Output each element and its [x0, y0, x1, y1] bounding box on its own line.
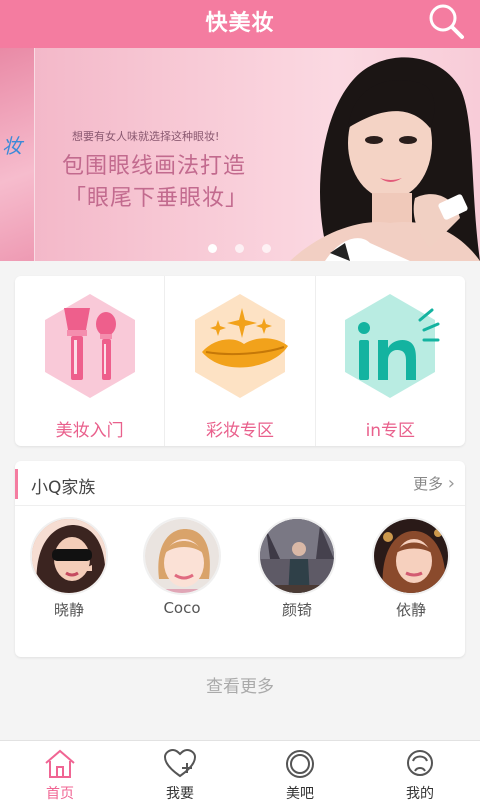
category-label: in专区	[365, 421, 416, 441]
pagination-dot[interactable]	[235, 244, 244, 253]
lips-sparkle-icon	[194, 294, 288, 398]
banner-model-image	[290, 57, 480, 261]
banner-side-text: 妆	[2, 134, 22, 158]
banner-headline-2: 「眼尾下垂眼妆」	[64, 186, 249, 211]
member-name: 晓静	[53, 601, 84, 619]
member-name: Coco	[163, 599, 201, 617]
heart-plus-icon	[163, 748, 197, 778]
pagination-dot[interactable]	[262, 244, 271, 253]
member-name: 依静	[395, 601, 426, 619]
tab-label: 我的	[406, 786, 434, 800]
member-item[interactable]: 依静	[371, 517, 451, 620]
search-icon[interactable]	[426, 2, 466, 42]
divider	[15, 505, 465, 506]
member-name: 颜锜	[281, 601, 312, 619]
app-header: 快美妆	[0, 0, 480, 48]
more-link[interactable]: 更多 ›	[413, 473, 455, 494]
member-item[interactable]: Coco	[142, 517, 222, 617]
category-beginner[interactable]: 美妆入门	[15, 276, 164, 446]
avatar	[372, 517, 450, 595]
member-item[interactable]: 颜锜	[257, 517, 337, 620]
avatar	[258, 517, 336, 595]
banner-prev-slide: 妆	[0, 48, 34, 261]
tab-label: 我要	[166, 786, 194, 800]
in-icon	[345, 294, 440, 398]
ring-icon	[286, 750, 314, 778]
section-accent-bar	[15, 469, 18, 499]
pagination-dot[interactable]	[208, 244, 217, 253]
avatar	[143, 517, 221, 595]
q-family-card: 小Q家族 更多 › 晓静 Coco 颜锜 依静	[15, 461, 465, 657]
banner-headline-1: 包围眼线画法打造	[62, 154, 247, 179]
banner-pagination	[208, 244, 271, 253]
home-icon	[45, 749, 75, 778]
section-title: 小Q家族	[31, 478, 96, 498]
member-item[interactable]: 晓静	[29, 517, 109, 620]
bottom-tab-bar: 首页 我要 美吧 我的	[0, 740, 480, 800]
promo-banner[interactable]: 妆 想要有女人味就选择这种眼妆! 包围眼线画法打造 「眼尾下垂眼妆」	[0, 48, 480, 261]
avatar	[30, 517, 108, 595]
category-in[interactable]: in专区	[314, 276, 465, 446]
tab-label: 首页	[46, 786, 74, 800]
tab-want[interactable]: 我要	[120, 741, 240, 800]
category-makeup[interactable]: 彩妆专区	[164, 276, 314, 446]
chevron-right-icon: ›	[447, 473, 455, 494]
tab-beauty-bar[interactable]: 美吧	[240, 741, 360, 800]
more-label: 更多	[413, 475, 444, 493]
tab-label: 美吧	[286, 786, 314, 800]
category-row: 美妆入门 彩妆专区 in专区	[15, 276, 465, 446]
banner-tagline: 想要有女人味就选择这种眼妆!	[72, 130, 220, 143]
see-more-link[interactable]: 查看更多	[0, 672, 480, 697]
brushes-icon	[44, 294, 135, 398]
user-icon	[407, 750, 433, 776]
tab-mine[interactable]: 我的	[360, 741, 480, 800]
category-label: 彩妆专区	[205, 421, 274, 441]
category-label: 美妆入门	[55, 421, 124, 441]
tab-home[interactable]: 首页	[0, 741, 120, 800]
app-title: 快美妆	[205, 11, 275, 36]
